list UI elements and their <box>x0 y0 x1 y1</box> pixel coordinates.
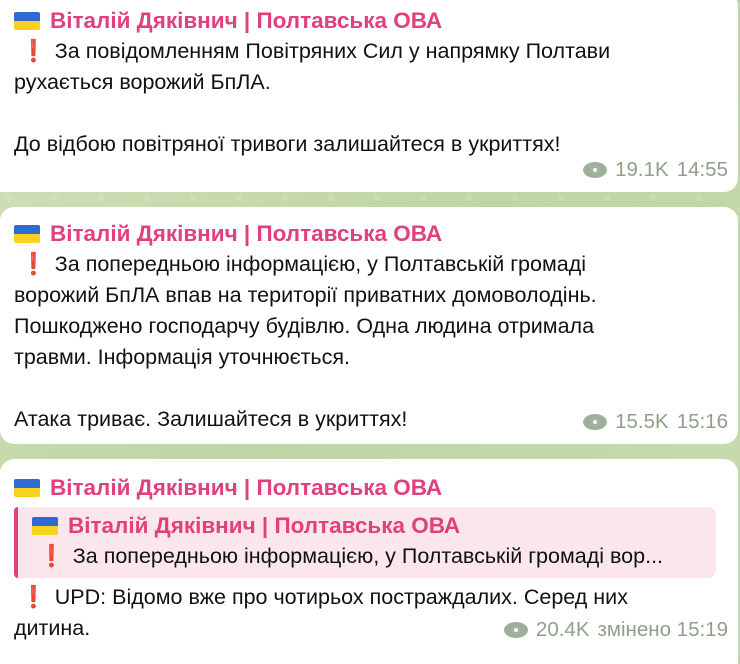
exclamation-icon: ❗ <box>20 252 47 276</box>
exclamation-icon: ❗ <box>38 544 65 568</box>
message-time: 15:16 <box>676 410 728 433</box>
message-time: змінено 15:19 <box>597 618 729 641</box>
ukraine-flag-icon <box>14 12 40 30</box>
view-count: 15.5K <box>615 410 669 433</box>
message-bubble[interactable]: Віталій Дяківнич | Полтавська ОВА Віталі… <box>0 459 738 664</box>
message-meta: 20.4K змінено 15:19 <box>503 618 729 642</box>
exclamation-icon: ❗ <box>20 585 47 609</box>
message-text: ❗ За повідомленням Повітряних Сил у напря… <box>14 39 611 156</box>
reply-sender-name: Віталій Дяківнич | Полтавська ОВА <box>32 511 704 541</box>
view-count: 19.1K <box>615 158 669 181</box>
message-text: ❗ За попередньою інформацією, у Полтавськ… <box>14 252 597 431</box>
message-time: 14:55 <box>676 158 728 181</box>
message-meta: 19.1K 14:55 <box>583 158 728 182</box>
sender-name[interactable]: Віталій Дяківнич | Полтавська ОВА <box>14 473 728 503</box>
ukraine-flag-icon <box>14 479 40 497</box>
eye-icon <box>583 414 608 430</box>
message-meta: 15.5K 15:16 <box>583 410 728 434</box>
exclamation-icon: ❗ <box>20 39 47 63</box>
view-count: 20.4K <box>535 618 590 641</box>
reply-text: ❗ За попередньою інформацією, у Полтавськ… <box>38 544 664 568</box>
reply-quote[interactable]: Віталій Дяківнич | Полтавська ОВА ❗ За по… <box>14 507 716 578</box>
sender-name[interactable]: Віталій Дяківнич | Полтавська ОВА <box>14 6 728 36</box>
message-bubble[interactable]: Віталій Дяківнич | Полтавська ОВА ❗ За по… <box>0 207 738 444</box>
eye-icon <box>503 622 528 638</box>
eye-icon <box>583 162 608 178</box>
message-bubble[interactable]: Віталій Дяківнич | Полтавська ОВА ❗ За по… <box>0 0 738 192</box>
ukraine-flag-icon <box>32 517 58 535</box>
ukraine-flag-icon <box>14 225 40 243</box>
sender-name[interactable]: Віталій Дяківнич | Полтавська ОВА <box>14 219 728 249</box>
